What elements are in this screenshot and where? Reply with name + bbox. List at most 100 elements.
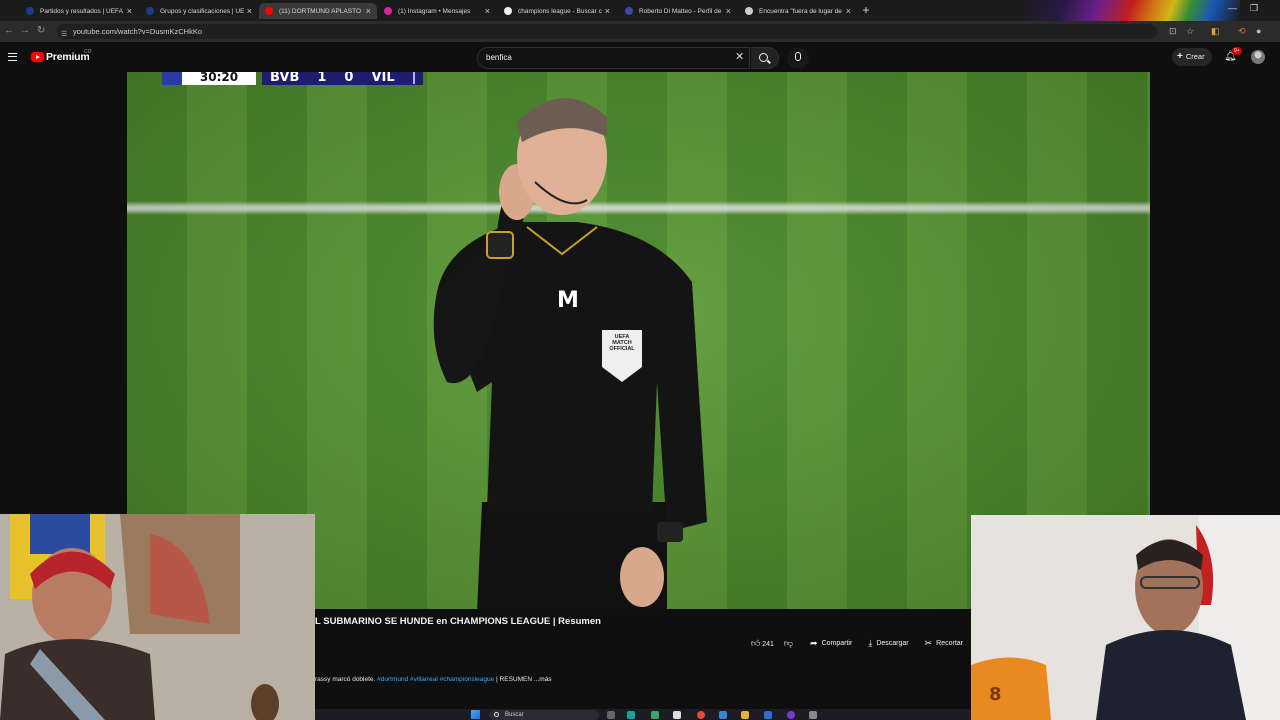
scoreline: BVB 1 0 VIL <box>262 72 423 85</box>
search-icon <box>759 53 768 62</box>
scissors-icon: ✂ <box>924 638 933 648</box>
clip-button[interactable]: ✂ Recortar <box>920 635 968 652</box>
theme-decoration <box>1020 0 1240 21</box>
like-button[interactable]: 👍︎ 241 <box>751 638 774 649</box>
app-icon-2[interactable] <box>719 711 727 719</box>
avatar[interactable] <box>1251 50 1265 64</box>
task-view-icon[interactable] <box>607 711 615 719</box>
download-icon: ⤓ <box>868 638 873 648</box>
youtube-brand[interactable]: Premium <box>46 51 90 63</box>
site-info-icon[interactable]: ☰ <box>61 27 67 42</box>
champions-league-logo-icon <box>162 72 182 85</box>
home-team: BVB <box>270 72 300 85</box>
back-icon[interactable]: ← <box>4 25 14 36</box>
app-icon-4[interactable] <box>787 711 795 719</box>
tab-title: Partidos y resultados | UEFA Ch <box>40 7 124 15</box>
chrome-icon[interactable] <box>697 711 705 719</box>
streamer-left-figure <box>0 514 315 720</box>
windows-start-icon[interactable] <box>471 710 480 719</box>
install-app-icon[interactable]: ⊡ <box>1169 26 1177 37</box>
tab-favicon-icon <box>504 7 512 15</box>
tab-close-icon[interactable]: × <box>247 6 252 16</box>
menu-icon[interactable] <box>8 53 17 61</box>
away-score: 0 <box>344 72 354 85</box>
search-input[interactable]: benfica <box>477 47 750 69</box>
browser-tab[interactable]: Roberto Di Matteo - Perfil de × <box>619 3 737 19</box>
edge-icon[interactable] <box>627 711 635 719</box>
extension-icon-2[interactable]: ⟲ <box>1238 26 1246 37</box>
svg-text:8: 8 <box>989 684 1002 705</box>
voice-search-button[interactable] <box>787 47 809 69</box>
settings-icon[interactable] <box>809 711 817 719</box>
tab-favicon-icon <box>384 7 392 15</box>
reload-icon[interactable]: ↻ <box>37 25 45 36</box>
create-button[interactable]: + Crear <box>1172 48 1212 66</box>
tab-title: Grupos y clasificaciones | UEFA <box>160 7 244 15</box>
tab-title: Roberto Di Matteo - Perfil de <box>639 7 722 15</box>
tab-close-icon[interactable]: × <box>485 6 490 16</box>
referee-figure: M <box>433 98 707 609</box>
description-text: rassy marcó doblete. <box>315 676 376 683</box>
tab-title: (1) Instagram • Mensajes <box>398 7 471 15</box>
video-title: L SUBMARINO SE HUNDE en CHAMPIONS LEAGUE… <box>315 616 601 627</box>
browser-tab[interactable]: (1) Instagram • Mensajes × <box>378 3 496 19</box>
match-clock: 30:20 <box>182 72 256 85</box>
forward-icon[interactable]: → <box>20 25 30 36</box>
bookmark-star-icon[interactable]: ☆ <box>1186 26 1194 37</box>
like-count: 241 <box>762 641 774 648</box>
webcam-left <box>0 514 315 720</box>
tab-close-icon[interactable]: × <box>366 6 371 16</box>
extension-icon[interactable]: ◧ <box>1211 26 1220 37</box>
browser-tab[interactable]: (11) DORTMUND APLASTÓ × <box>259 3 377 19</box>
tab-close-icon[interactable]: × <box>846 6 851 16</box>
video-actions: 👍︎ 241 👎︎ ➦ Compartir ⤓ Descargar ✂ Recorta… <box>745 635 968 652</box>
taskbar-search-input[interactable]: Buscar <box>489 710 599 720</box>
tab-close-icon[interactable]: × <box>605 6 610 16</box>
scorebug: 30:20 BVB 1 0 VIL <box>162 72 423 85</box>
webcam-right: 8 <box>971 515 1280 720</box>
app-icon-1[interactable] <box>651 711 659 719</box>
plus-icon: + <box>1177 51 1183 62</box>
share-button[interactable]: ➦ Compartir <box>805 635 857 652</box>
download-label: Descargar <box>876 640 909 647</box>
tab-favicon-icon <box>265 7 273 15</box>
app-icon-3[interactable] <box>764 711 772 719</box>
browser-tab[interactable]: Grupos y clasificaciones | UEFA × <box>140 3 258 19</box>
minimize-icon[interactable]: — <box>1228 3 1237 13</box>
streamer-right-figure: 8 <box>971 515 1280 720</box>
browser-tab[interactable]: Encuentra "fuera de lugar de cu × <box>739 3 857 19</box>
notification-badge: 9+ <box>1232 47 1242 55</box>
tab-favicon-icon <box>146 7 154 15</box>
address-bar-row: ← → ↻ ☰ youtube.com/watch?v=DusmKzCHkKo … <box>0 21 1280 42</box>
away-team: VIL <box>371 72 395 85</box>
tab-close-icon[interactable]: × <box>127 6 132 16</box>
store-icon[interactable] <box>673 711 681 719</box>
youtube-logo-icon[interactable] <box>31 52 44 62</box>
video-description[interactable]: rassy marcó doblete. #dortmund #villarre… <box>315 676 552 683</box>
tab-title: champions league - Buscar con <box>518 7 602 15</box>
svg-text:M: M <box>557 288 579 313</box>
home-score: 1 <box>317 72 327 85</box>
restore-icon[interactable]: ❐ <box>1250 3 1258 14</box>
profile-icon[interactable]: ● <box>1256 26 1261 36</box>
clear-search-icon[interactable]: ✕ <box>735 50 744 63</box>
show-more-link[interactable]: ...más <box>534 676 552 683</box>
file-explorer-icon[interactable] <box>741 711 749 719</box>
new-tab-button[interactable]: + <box>859 3 873 17</box>
description-hashtags[interactable]: #dortmund #villarreal #championsleague <box>377 676 494 683</box>
url-field[interactable]: ☰ youtube.com/watch?v=DusmKzCHkKo <box>57 24 1157 39</box>
browser-tab[interactable]: Partidos y resultados | UEFA Ch × <box>20 3 138 19</box>
browser-tab[interactable]: champions league - Buscar con × <box>498 3 616 19</box>
thumbs-down-icon[interactable]: 👎︎ <box>784 638 793 649</box>
create-label: Crear <box>1185 52 1205 61</box>
like-dislike-group: 👍︎ 241 👎︎ <box>745 635 799 652</box>
uefa-badge-text: UEFA MATCH OFFICIAL <box>602 334 642 352</box>
mic-icon <box>795 52 801 61</box>
video-info: L SUBMARINO SE HUNDE en CHAMPIONS LEAGUE… <box>315 609 971 709</box>
download-button[interactable]: ⤓ Descargar <box>863 635 913 652</box>
search-button[interactable] <box>751 47 779 69</box>
youtube-header: Premium CO benfica ✕ + Crear 🔔︎ 9+ <box>0 42 1280 72</box>
badge-line-3: OFFICIAL <box>609 346 635 352</box>
tab-close-icon[interactable]: × <box>726 6 731 16</box>
browser-tab-strip: Partidos y resultados | UEFA Ch × Grupos y… <box>0 0 1280 21</box>
